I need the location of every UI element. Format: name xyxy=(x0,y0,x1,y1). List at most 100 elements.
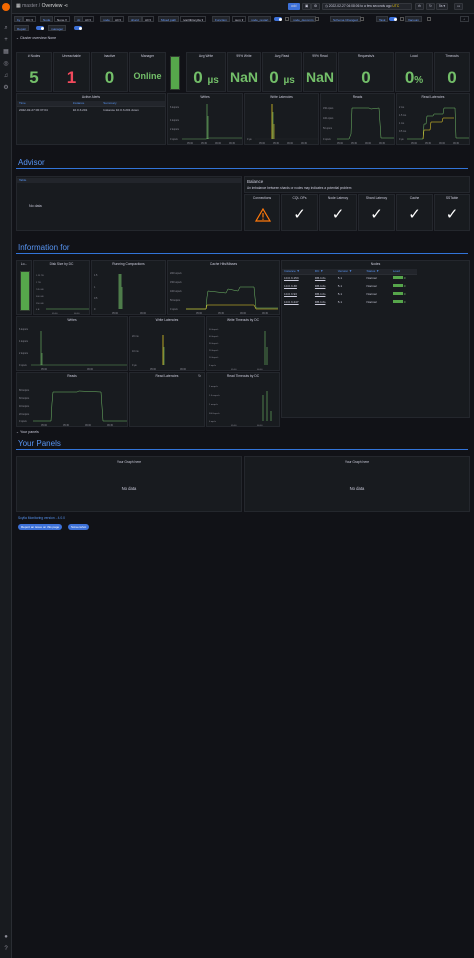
refresh-button[interactable]: ↻ xyxy=(426,3,435,10)
dashboards-icon[interactable]: ▦ xyxy=(3,49,9,55)
cell-instance: 10.0.3.201 xyxy=(72,108,88,113)
x-tick: 06:00 xyxy=(240,312,247,315)
tv-mode-icon[interactable]: ▭ xyxy=(454,3,464,10)
filter-icon[interactable]: ▼ xyxy=(349,269,352,273)
search-icon[interactable]: ⌕ xyxy=(3,25,9,31)
y-tick: 4 kops/s xyxy=(170,119,180,122)
info-read-timeouts-panel: Read Timeouts by DC 2 mops/s 1.5 mops/s … xyxy=(206,372,280,427)
instance-link[interactable]: 10.0.3.153 xyxy=(284,276,299,280)
panel-title: Requests/s xyxy=(357,54,375,58)
column-header[interactable]: Table xyxy=(17,178,241,183)
checkbox[interactable] xyxy=(315,17,319,21)
instance-link[interactable]: 10.0.3.38 xyxy=(284,284,297,288)
panel-title: Your Graph here xyxy=(116,460,142,464)
cache-hits-graph[interactable]: 200 kops/s 150 kops/s 100 kops/s 50 kops… xyxy=(168,261,280,315)
alerts-table: Time Instance Summary 2022-02-27 06:37:0… xyxy=(17,101,165,114)
load-bar xyxy=(392,276,403,280)
x-tick: 06:00 xyxy=(87,368,94,371)
filter-icon[interactable]: ▼ xyxy=(297,269,300,273)
plus-icon[interactable]: + xyxy=(3,37,9,43)
var-value: DC xyxy=(26,18,31,22)
checkbox[interactable] xyxy=(427,17,431,21)
x-tick: 05:30 xyxy=(351,142,358,145)
y-tick: 4 kops/s xyxy=(19,340,29,343)
balance-panel: Balance An imbalance between shards or n… xyxy=(244,176,470,193)
alert-bell-icon[interactable]: ♫ xyxy=(3,73,9,79)
zoom-out-button[interactable]: ⊖ xyxy=(415,3,424,10)
var-select[interactable]: All ▾ xyxy=(142,16,154,22)
info-write-latencies-graph[interactable]: 20 ms 10 ms 0 µs 05:00 06:00 xyxy=(130,317,205,371)
panel-title: Shard Latency xyxy=(365,196,388,200)
breadcrumb-dashboard[interactable]: Overview xyxy=(42,3,63,9)
refresh-interval-select[interactable]: 5s ▾ xyxy=(436,3,449,10)
instance-link[interactable]: 10.0.3.93 xyxy=(284,292,297,296)
x-tick: 05:00 xyxy=(411,142,418,145)
explore-icon[interactable]: ◎ xyxy=(3,61,9,67)
breadcrumb: ▦ master / Overview ⋖ xyxy=(16,3,68,9)
var-select[interactable]: sum ▾ xyxy=(232,16,247,22)
writes-graph[interactable]: 6 kops/s 4 kops/s 2 kops/s 0 ops/s 05:00… xyxy=(168,94,243,145)
filter-icon[interactable]: ▼ xyxy=(320,269,323,273)
breadcrumb-folder[interactable]: master xyxy=(22,3,37,9)
var-select[interactable]: All ▾ xyxy=(82,16,94,22)
x-tick: 05:00 xyxy=(41,424,48,427)
save-icon[interactable]: ▣ xyxy=(302,3,312,10)
stat-value: 0 xyxy=(104,68,115,87)
var-select[interactable]: All ▾ xyxy=(112,16,124,22)
user-avatar-icon[interactable]: ● xyxy=(3,934,9,940)
reads-graph[interactable]: 150 ops/s 100 ops/s 50 ops/s 0 ops/s 05:… xyxy=(321,94,395,145)
share-icon[interactable]: ⋖ xyxy=(64,3,68,9)
var-value: None xyxy=(57,18,65,22)
dc-link[interactable]: DB-Info xyxy=(315,284,326,288)
var-select[interactable]: None ▾ xyxy=(54,16,70,22)
settings-icon[interactable]: ⚙ xyxy=(311,3,320,10)
row-header-your-panels[interactable]: ⌄ Your panels xyxy=(16,430,39,434)
panel-title: 99% Write xyxy=(236,54,252,58)
x-tick: 05:30 xyxy=(425,142,432,145)
dc-link[interactable]: DB-Info xyxy=(315,276,326,280)
info-reads-graph[interactable]: 80 kops/s 60 kops/s 40 kops/s 20 kops/s … xyxy=(17,373,128,427)
dc-link[interactable]: DB-Info xyxy=(315,300,326,304)
stat-panel: Avg Write 0 µs xyxy=(186,52,226,92)
dc-link[interactable]: DB-Info xyxy=(315,292,326,296)
x-tick: 06:30 xyxy=(107,424,114,427)
help-icon[interactable]: ? xyxy=(3,946,9,952)
read-latencies-graph[interactable]: 2 ms 1.5 ms 1 ms 0.5 ms 0 µs 05:00 05:30… xyxy=(397,94,470,145)
filter-icon[interactable]: ▼ xyxy=(376,269,379,273)
var-select[interactable]: DC ▾ xyxy=(23,16,36,22)
load-bar xyxy=(392,300,403,303)
panel-title: Timeouts xyxy=(445,54,459,58)
checkmark-icon: ✓ xyxy=(331,206,345,223)
repair-toggle[interactable] xyxy=(36,26,44,30)
manager-toggle[interactable] xyxy=(74,26,82,30)
x-tick: 06:30 xyxy=(453,142,460,145)
write-latencies-graph[interactable]: 0 µs 05:00 05:30 06:00 06:30 xyxy=(245,94,319,145)
screenshot-button[interactable]: Screenshot xyxy=(68,524,90,530)
info-write-timeouts-graph[interactable]: 50 kops/s 40 kops/s 30 kops/s 20 kops/s … xyxy=(207,317,280,371)
checkbox[interactable] xyxy=(360,17,364,21)
var-value: /var/lib/scylla xyxy=(183,18,201,22)
node-restart-toggle[interactable] xyxy=(274,17,282,21)
var-select[interactable]: /var/lib/scylla ▾ xyxy=(180,16,207,22)
time-range-picker[interactable]: ◷ 2022-02-27 04:08:06 to a few seconds a… xyxy=(322,3,412,10)
panel-title: # Nodes xyxy=(27,54,41,58)
compactions-graph[interactable]: 1.5 1 0.5 0 05:00 06:00 xyxy=(92,261,166,315)
gear-icon[interactable]: ⚙ xyxy=(3,85,9,91)
row-header-cluster[interactable]: ⌄ Cluster overview None xyxy=(16,36,56,40)
grafana-logo-icon[interactable] xyxy=(2,3,10,11)
info-read-timeouts-graph[interactable]: 2 mops/s 1.5 mops/s 1 mops/s 500 kops/s … xyxy=(207,373,280,427)
y-tick: 0 ops/s xyxy=(19,420,28,423)
y-tick: 0 µs xyxy=(399,138,404,141)
add-panel-button[interactable]: add xyxy=(288,3,300,10)
instance-link[interactable]: 10.0.3.247 xyxy=(284,300,299,304)
collapse-vars-icon[interactable]: ⌃ xyxy=(460,16,469,22)
stat-value: 0 xyxy=(447,68,457,87)
checkbox[interactable] xyxy=(285,17,289,21)
header-text: Version xyxy=(337,269,349,274)
info-writes-graph[interactable]: 6 kops/s 4 kops/s 2 kops/s 0 ops/s 05:00… xyxy=(17,317,128,371)
stat-panel: Avg Read 0 µs xyxy=(262,52,302,92)
task-toggle[interactable] xyxy=(389,17,397,21)
checkbox[interactable] xyxy=(400,17,404,21)
report-issue-button[interactable]: Report an issue on this page xyxy=(18,524,63,530)
disk-size-graph[interactable]: 1.25 TB 1 TB 745 GB 500 GB 250 GB 0 B 05… xyxy=(34,261,90,315)
